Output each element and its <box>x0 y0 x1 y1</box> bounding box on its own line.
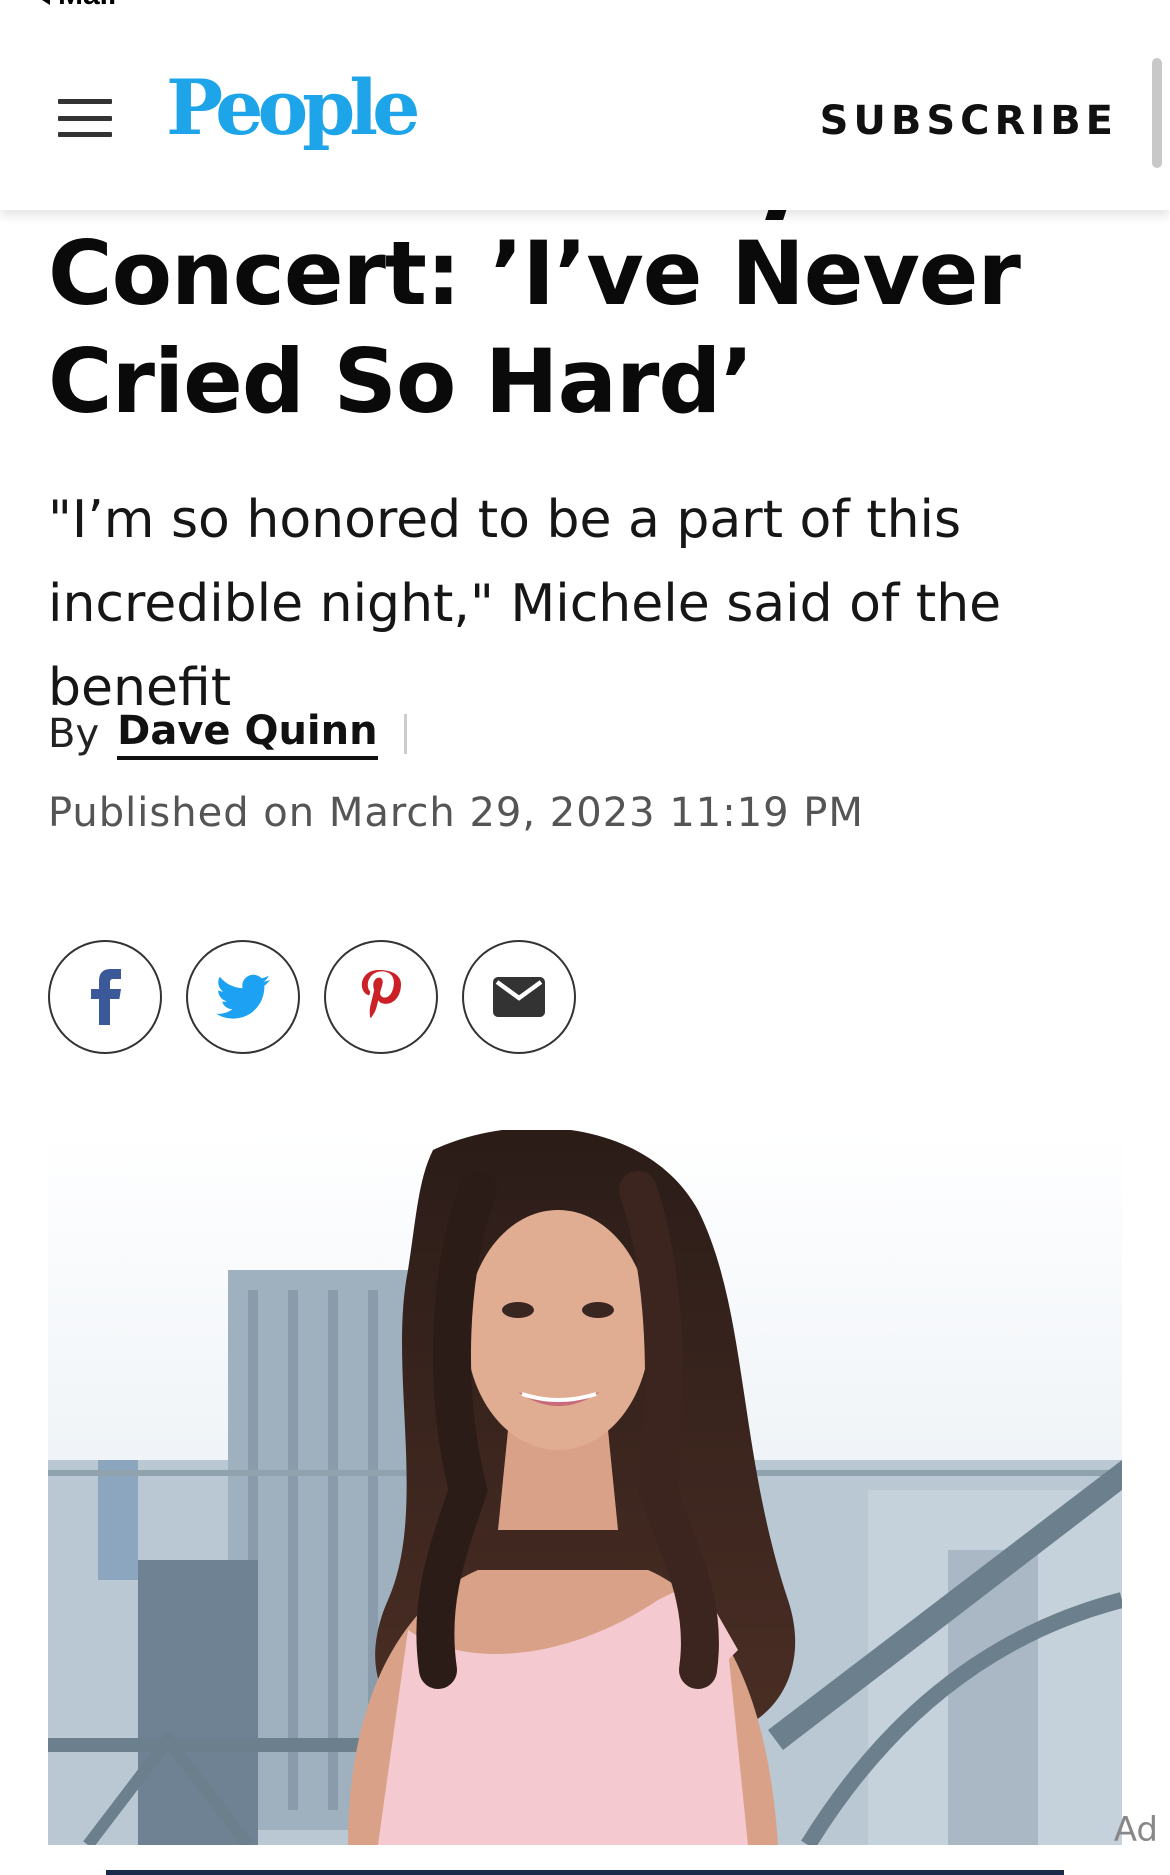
menu-icon[interactable] <box>58 99 112 137</box>
bottom-ad-bar[interactable] <box>106 1870 1064 1875</box>
hero-photo[interactable] <box>48 1130 1122 1845</box>
author-link[interactable]: Dave Quinn <box>117 708 378 760</box>
site-header: Mail People SUBSCRIBE <box>0 0 1170 210</box>
back-to-mail[interactable]: Mail <box>34 0 116 12</box>
back-arrow-icon <box>34 0 50 5</box>
back-label: Mail <box>58 0 116 12</box>
article-headline: Concert: ’I’ve Never Cried So Hard’ <box>48 222 1021 433</box>
article-page: Mail People SUBSCRIBE Concert: ’I’ve Nev… <box>0 0 1170 1875</box>
subscribe-button[interactable]: SUBSCRIBE <box>820 98 1118 144</box>
publish-date: Published on March 29, 2023 11:19 PM <box>48 790 864 836</box>
share-pinterest-button[interactable] <box>324 940 438 1054</box>
share-email-button[interactable] <box>462 940 576 1054</box>
share-facebook-button[interactable] <box>48 940 162 1054</box>
pinterest-icon <box>361 970 401 1018</box>
byline-divider <box>403 714 407 754</box>
byline: By Dave Quinn <box>48 708 407 760</box>
share-twitter-button[interactable] <box>186 940 300 1054</box>
byline-prefix: By <box>48 711 100 757</box>
scrollbar[interactable] <box>1152 58 1162 168</box>
facebook-icon <box>91 969 121 1025</box>
twitter-icon <box>216 974 270 1019</box>
share-buttons <box>48 940 576 1054</box>
article-dek: "I’m so honored to be a part of this inc… <box>48 490 1002 718</box>
ad-label: Ad <box>1113 1810 1158 1850</box>
hero-image <box>48 1130 1122 1845</box>
email-icon <box>493 977 545 1017</box>
people-logo[interactable]: People <box>166 70 421 146</box>
